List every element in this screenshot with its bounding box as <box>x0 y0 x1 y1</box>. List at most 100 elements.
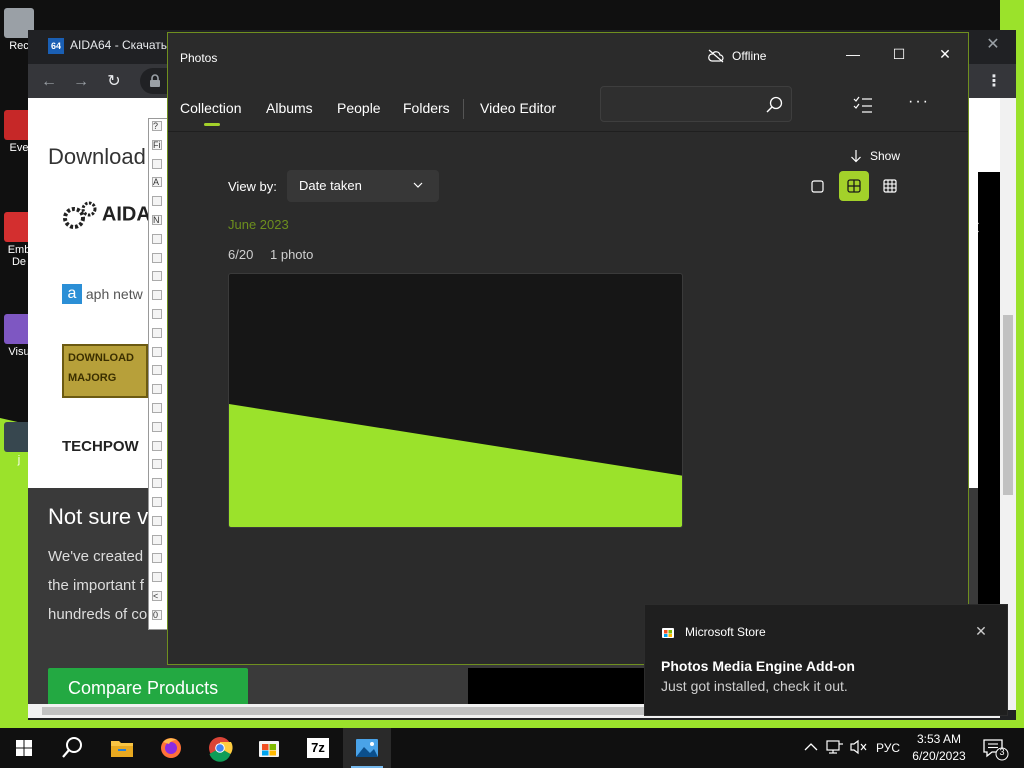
file-list-row[interactable] <box>152 497 162 507</box>
taskbar-search-button[interactable] <box>48 728 96 768</box>
firefox-icon <box>161 738 181 758</box>
browser-scroll-thumb[interactable] <box>1003 315 1013 495</box>
file-list-row[interactable]: A <box>152 177 162 188</box>
file-list-row[interactable] <box>152 572 162 583</box>
not-sure-heading: Not sure v <box>48 504 149 529</box>
view-medium-button[interactable] <box>839 171 869 201</box>
toast-body: Just got installed, check it out. <box>661 678 848 694</box>
select-checklist-icon[interactable] <box>852 95 874 115</box>
aphnet-logo[interactable]: a aph netw <box>62 284 143 304</box>
maximize-button[interactable]: ☐ <box>876 39 922 69</box>
file-list-row[interactable] <box>152 459 162 470</box>
info-line-3: hundreds of co <box>48 606 148 623</box>
view-small-button[interactable] <box>875 171 905 201</box>
photos-title: Photos <box>180 51 218 65</box>
chrome-icon <box>209 737 233 762</box>
file-list-row[interactable] <box>152 271 162 282</box>
photo-thumbnail[interactable] <box>228 273 683 528</box>
view-by-value: Date taken <box>299 178 362 193</box>
file-list-row[interactable]: Fi <box>152 139 162 150</box>
active-tab-indicator <box>204 123 220 126</box>
taskbar-7zip[interactable]: 7z <box>294 728 342 768</box>
file-list-row[interactable] <box>152 196 162 207</box>
file-list-row[interactable] <box>152 440 162 451</box>
forward-arrow-icon[interactable]: → <box>70 71 92 93</box>
photos-app-icon <box>356 739 378 757</box>
file-list-row[interactable] <box>152 421 162 432</box>
nav-separator <box>463 99 464 119</box>
search-icon <box>62 737 82 758</box>
photo-count: 1 photo <box>270 247 314 262</box>
tab-collection[interactable]: Collection <box>180 100 241 116</box>
file-list-row[interactable] <box>152 233 162 244</box>
file-list-row[interactable]: N <box>152 215 162 225</box>
browser-close-button[interactable]: ✕ <box>978 30 1008 60</box>
file-list-row[interactable] <box>152 290 162 301</box>
browser-menu-icon[interactable]: ⋮ <box>984 71 1004 93</box>
file-list-row[interactable]: 0 / <box>152 609 162 620</box>
notification-count: 3 <box>999 747 1005 757</box>
majorgeeks-logo[interactable]: DOWNLOAD MAJORG <box>62 344 148 398</box>
tray-overflow-chevron[interactable] <box>803 740 819 757</box>
file-list-row[interactable] <box>152 365 162 376</box>
show-button[interactable]: Show <box>850 149 900 163</box>
file-list-row[interactable] <box>152 158 162 169</box>
file-list-row[interactable] <box>152 309 162 319</box>
taskbar-firefox[interactable] <box>147 728 195 768</box>
file-list-row[interactable] <box>152 327 162 338</box>
close-button[interactable]: ✕ <box>922 39 968 69</box>
compare-products-button[interactable]: Compare Products <box>48 668 248 708</box>
volume-muted-icon <box>850 739 867 755</box>
back-arrow-icon[interactable]: ← <box>38 71 60 93</box>
grid-3x3-icon <box>883 179 897 193</box>
tab-people[interactable]: People <box>337 100 381 116</box>
file-list-row[interactable]: ? <box>152 121 162 131</box>
file-list-row[interactable] <box>152 346 162 357</box>
file-list-row[interactable] <box>152 403 162 413</box>
day-label: 6/20 <box>228 247 254 262</box>
month-heading: June 2023 <box>228 217 289 232</box>
notification-toast[interactable]: Microsoft Store ✕ Photos Media Engine Ad… <box>644 604 1008 716</box>
tab-folders[interactable]: Folders <box>403 100 450 116</box>
aphnet-logo-text: aph netw <box>85 286 143 302</box>
view-large-button[interactable] <box>802 171 832 201</box>
toast-close-button[interactable]: ✕ <box>971 621 991 641</box>
file-list-row[interactable] <box>152 553 162 564</box>
file-list-row[interactable]: < <box>152 591 162 601</box>
clock[interactable]: 3:53 AM 6/20/2023 <box>906 731 972 765</box>
windows-logo-icon <box>16 740 32 756</box>
volume-tray-button[interactable] <box>850 739 868 758</box>
minimize-button[interactable]: — <box>830 39 876 69</box>
techpowerup-logo[interactable]: TECHPOW <box>62 438 139 455</box>
tab-albums[interactable]: Albums <box>266 100 313 116</box>
offline-status[interactable]: Offline <box>708 49 766 63</box>
grid-2x2-icon <box>847 179 861 193</box>
file-list-row[interactable] <box>152 252 162 263</box>
file-list-row[interactable] <box>152 384 162 395</box>
taskbar-microsoft-store[interactable] <box>245 728 293 768</box>
more-options-icon[interactable]: ··· <box>904 93 934 117</box>
download-heading: Download <box>48 144 146 169</box>
header-divider <box>168 131 968 132</box>
tab-video-editor[interactable]: Video Editor <box>480 100 556 116</box>
taskbar-chrome[interactable] <box>196 728 244 768</box>
network-icon <box>826 740 843 754</box>
input-language[interactable]: РУС <box>876 741 900 755</box>
action-center-button[interactable]: 3 <box>980 736 1010 762</box>
show-label: Show <box>870 149 901 163</box>
chevron-down-icon <box>413 182 423 188</box>
file-list-row[interactable] <box>152 515 162 526</box>
aida-logo[interactable]: AIDA <box>62 200 151 230</box>
clock-date: 6/20/2023 <box>912 749 966 763</box>
search-icon[interactable] <box>764 95 784 115</box>
start-button[interactable] <box>0 728 48 768</box>
taskbar-photos[interactable] <box>343 728 391 768</box>
view-by-label: View by: <box>228 179 277 194</box>
network-tray-button[interactable] <box>826 739 844 758</box>
folder-icon <box>111 741 133 757</box>
file-list-row[interactable] <box>152 478 162 489</box>
taskbar-file-explorer[interactable] <box>98 728 146 768</box>
file-list-row[interactable] <box>152 534 162 545</box>
browser-tab-title[interactable]: AIDA64 - Скачать <box>70 38 167 52</box>
reload-icon[interactable]: ↻ <box>103 71 125 93</box>
